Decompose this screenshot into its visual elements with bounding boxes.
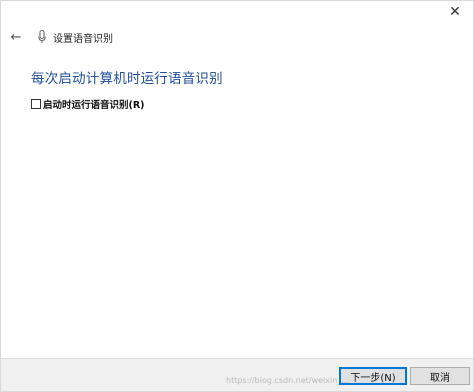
close-button[interactable]: ✕ xyxy=(437,1,473,23)
wizard-footer: 下一步(N) 取消 xyxy=(1,358,473,391)
page-heading: 每次启动计算机时运行语音识别 xyxy=(31,71,223,87)
back-button[interactable]: ← xyxy=(7,28,25,46)
run-at-startup-checkbox[interactable] xyxy=(31,99,41,109)
microphone-icon xyxy=(37,29,47,45)
cancel-button[interactable]: 取消 xyxy=(410,367,470,385)
close-icon: ✕ xyxy=(449,4,461,20)
run-at-startup-label: 启动时运行语音识别(R) xyxy=(43,100,145,111)
next-button[interactable]: 下一步(N) xyxy=(339,367,407,385)
window-title: 设置语音识别 xyxy=(53,33,113,45)
run-at-startup-option[interactable]: 启动时运行语音识别(R) xyxy=(31,97,145,111)
back-arrow-icon: ← xyxy=(10,29,22,45)
wizard-header: ← 设置语音识别 xyxy=(7,27,113,47)
wizard-window: ✕ ← 设置语音识别 每次启动计算机时运行语音识别 启动时运行语音识别(R) 下… xyxy=(0,0,474,392)
